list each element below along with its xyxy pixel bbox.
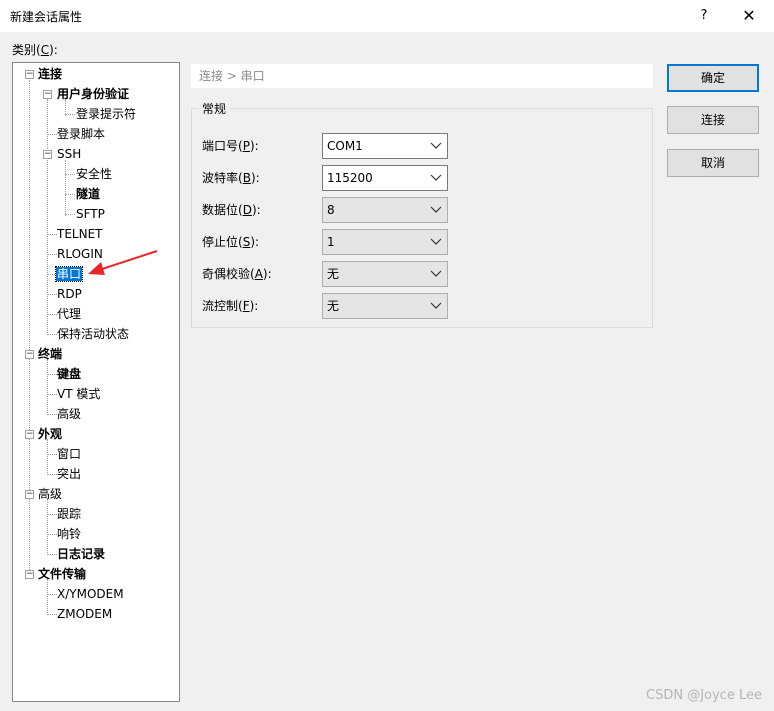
tree-item-sftp[interactable]: SFTP bbox=[75, 204, 106, 224]
group-title: 常规 bbox=[199, 100, 230, 117]
tree-item-serial[interactable]: 串口 bbox=[54, 264, 84, 284]
tree-item-highlight[interactable]: 突出 bbox=[56, 464, 82, 484]
data-bits-select[interactable]: 8 bbox=[322, 197, 448, 223]
tree-item-login-prompt[interactable]: 登录提示符 bbox=[75, 104, 137, 124]
baud-rate-select[interactable]: 115200 bbox=[322, 165, 448, 191]
tree-item-vt-mode[interactable]: VT 模式 bbox=[56, 384, 101, 404]
baud-rate-label: 波特率(B): bbox=[202, 171, 260, 185]
chevron-down-icon bbox=[430, 302, 442, 309]
flow-control-select[interactable]: 无 bbox=[322, 293, 448, 319]
category-tree[interactable]: − − − − − − − 连接 用户身份验证 登录提示符 登录脚本 SSH 安… bbox=[12, 62, 180, 702]
tree-item-terminal[interactable]: 终端 bbox=[37, 344, 63, 364]
tree-item-appearance[interactable]: 外观 bbox=[37, 424, 63, 444]
tree-item-keepalive[interactable]: 保持活动状态 bbox=[56, 324, 130, 344]
tree-item-advanced[interactable]: 高级 bbox=[37, 484, 63, 504]
chevron-down-icon bbox=[430, 174, 442, 181]
tree-item-terminal-advanced[interactable]: 高级 bbox=[56, 404, 82, 424]
tree-item-xymodem[interactable]: X/YMODEM bbox=[56, 584, 125, 604]
window-title: 新建会话属性 bbox=[10, 10, 83, 24]
tree-item-telnet[interactable]: TELNET bbox=[56, 224, 104, 244]
red-arrow-annotation-icon bbox=[88, 250, 158, 275]
connect-button[interactable]: 连接 bbox=[667, 106, 759, 134]
tree-item-user-auth[interactable]: 用户身份验证 bbox=[56, 84, 130, 104]
collapse-toggle-icon[interactable]: − bbox=[25, 490, 34, 499]
tree-item-window[interactable]: 窗口 bbox=[56, 444, 82, 464]
data-bits-label: 数据位(D): bbox=[202, 203, 261, 217]
tree-item-proxy[interactable]: 代理 bbox=[56, 304, 82, 324]
tree-item-security[interactable]: 安全性 bbox=[75, 164, 113, 184]
tree-item-login-script[interactable]: 登录脚本 bbox=[56, 124, 106, 144]
tree-item-connection[interactable]: 连接 bbox=[37, 64, 63, 84]
tree-item-file-transfer[interactable]: 文件传输 bbox=[37, 564, 87, 584]
port-select[interactable]: COM1 bbox=[322, 133, 448, 159]
collapse-toggle-icon[interactable]: − bbox=[25, 70, 34, 79]
close-button[interactable]: ✕ bbox=[734, 2, 764, 30]
collapse-toggle-icon[interactable]: − bbox=[25, 430, 34, 439]
tree-item-trace[interactable]: 跟踪 bbox=[56, 504, 82, 524]
port-label: 端口号(P): bbox=[202, 139, 259, 153]
help-button[interactable]: ? bbox=[690, 2, 718, 30]
parity-label: 奇偶校验(A): bbox=[202, 267, 272, 281]
chevron-down-icon bbox=[430, 142, 442, 149]
stop-bits-select[interactable]: 1 bbox=[322, 229, 448, 255]
tree-item-zmodem[interactable]: ZMODEM bbox=[56, 604, 113, 624]
tree-item-bell[interactable]: 响铃 bbox=[56, 524, 82, 544]
tree-item-keyboard[interactable]: 键盘 bbox=[56, 364, 82, 384]
title-bar: 新建会话属性 ? ✕ bbox=[0, 0, 774, 32]
ok-button[interactable]: 确定 bbox=[667, 64, 759, 92]
flow-control-label: 流控制(F): bbox=[202, 299, 259, 313]
tree-item-tunnel[interactable]: 隧道 bbox=[75, 184, 101, 204]
parity-select[interactable]: 无 bbox=[322, 261, 448, 287]
cancel-button[interactable]: 取消 bbox=[667, 149, 759, 177]
tree-item-rdp[interactable]: RDP bbox=[56, 284, 83, 304]
chevron-down-icon bbox=[430, 270, 442, 277]
chevron-down-icon bbox=[430, 238, 442, 245]
tree-item-ssh[interactable]: SSH bbox=[56, 144, 82, 164]
chevron-down-icon bbox=[430, 206, 442, 213]
collapse-toggle-icon[interactable]: − bbox=[43, 90, 52, 99]
collapse-toggle-icon[interactable]: − bbox=[25, 570, 34, 579]
collapse-toggle-icon[interactable]: − bbox=[43, 150, 52, 159]
category-label: 类别(C): bbox=[12, 43, 58, 57]
breadcrumb: 连接 > 串口 bbox=[191, 64, 653, 88]
stop-bits-label: 停止位(S): bbox=[202, 235, 260, 249]
watermark: CSDN @Joyce Lee bbox=[646, 688, 762, 703]
collapse-toggle-icon[interactable]: − bbox=[25, 350, 34, 359]
tree-item-logging[interactable]: 日志记录 bbox=[56, 544, 106, 564]
